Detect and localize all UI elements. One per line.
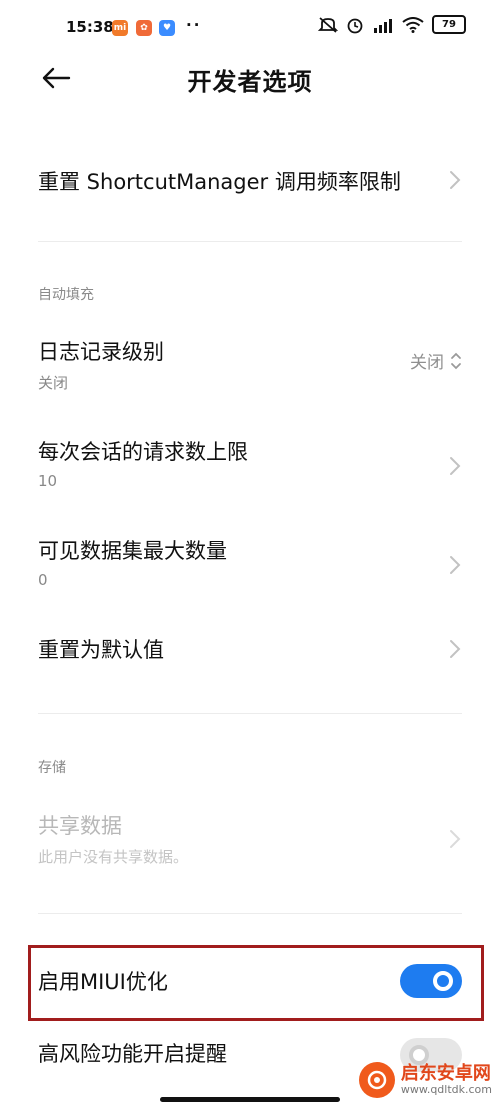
- nav-header: 开发者选项: [0, 56, 500, 116]
- watermark-logo-icon: [358, 1062, 395, 1098]
- more-notifications-icon: ··: [186, 16, 202, 34]
- log-level-value: 关闭: [410, 353, 444, 373]
- chevron-right-icon: [450, 556, 461, 574]
- status-bar: 15:38 mi ✿ ♥ ·· 79: [0, 0, 500, 56]
- mute-icon: [318, 16, 338, 33]
- max-datasets-subtitle: 0: [38, 571, 48, 589]
- log-level-item[interactable]: 日志记录级别 关闭 关闭: [38, 336, 462, 396]
- max-requests-subtitle: 10: [38, 472, 58, 490]
- reset-default-title: 重置为默认值: [38, 638, 164, 662]
- divider: [38, 241, 462, 242]
- watermark-name: 启东安卓网: [400, 1063, 491, 1084]
- max-requests-item[interactable]: 每次会话的请求数上限 10: [38, 436, 462, 496]
- log-level-select[interactable]: 关闭: [410, 348, 462, 373]
- signal-icon: [374, 18, 392, 33]
- log-level-title: 日志记录级别: [38, 340, 164, 364]
- shared-data-item: 共享数据 此用户没有共享数据。: [38, 810, 462, 868]
- miui-optimize-title: 启用MIUI优化: [38, 970, 168, 994]
- wifi-icon: [402, 16, 424, 33]
- home-indicator[interactable]: [160, 1097, 340, 1102]
- max-datasets-item[interactable]: 可见数据集最大数量 0: [38, 535, 462, 595]
- toggle-knob: [433, 971, 453, 991]
- reset-default-item[interactable]: 重置为默认值: [38, 628, 462, 670]
- reset-shortcut-item[interactable]: 重置 ShortcutManager 调用频率限制: [38, 160, 462, 200]
- status-icons: 79: [318, 15, 466, 34]
- max-requests-title: 每次会话的请求数上限: [38, 440, 248, 464]
- divider: [38, 913, 462, 914]
- max-datasets-title: 可见数据集最大数量: [38, 539, 227, 563]
- chevron-right-icon: [450, 171, 461, 189]
- mi-app-icon: mi: [112, 20, 128, 36]
- section-header-storage: 存储: [38, 760, 66, 776]
- miui-optimize-item[interactable]: 启用MIUI优化: [38, 960, 462, 1002]
- notification-app-icon: ✿: [136, 20, 152, 36]
- divider: [38, 713, 462, 714]
- updown-chevron-icon: [451, 352, 461, 369]
- chevron-right-icon: [450, 830, 461, 848]
- page-title: 开发者选项: [187, 68, 313, 96]
- watermark-url: www.qdltdk.com: [400, 1083, 492, 1096]
- log-level-subtitle: 关闭: [38, 374, 69, 392]
- status-time: 15:38: [66, 18, 114, 36]
- chevron-right-icon: [450, 640, 461, 658]
- shared-data-subtitle: 此用户没有共享数据。: [38, 848, 189, 866]
- watermark: 启东安卓网 www.qdltdk.com: [358, 1062, 492, 1098]
- miui-optimize-toggle[interactable]: [400, 964, 462, 998]
- alarm-icon: [347, 18, 363, 33]
- notification-app-icon: ♥: [159, 20, 175, 36]
- watermark-text: 启东安卓网 www.qdltdk.com: [401, 1064, 492, 1096]
- shared-data-title: 共享数据: [38, 814, 122, 838]
- battery-icon: 79: [432, 15, 466, 34]
- reset-shortcut-title: 重置 ShortcutManager 调用频率限制: [38, 170, 401, 194]
- section-header-autofill: 自动填充: [38, 287, 94, 303]
- chevron-right-icon: [450, 457, 461, 475]
